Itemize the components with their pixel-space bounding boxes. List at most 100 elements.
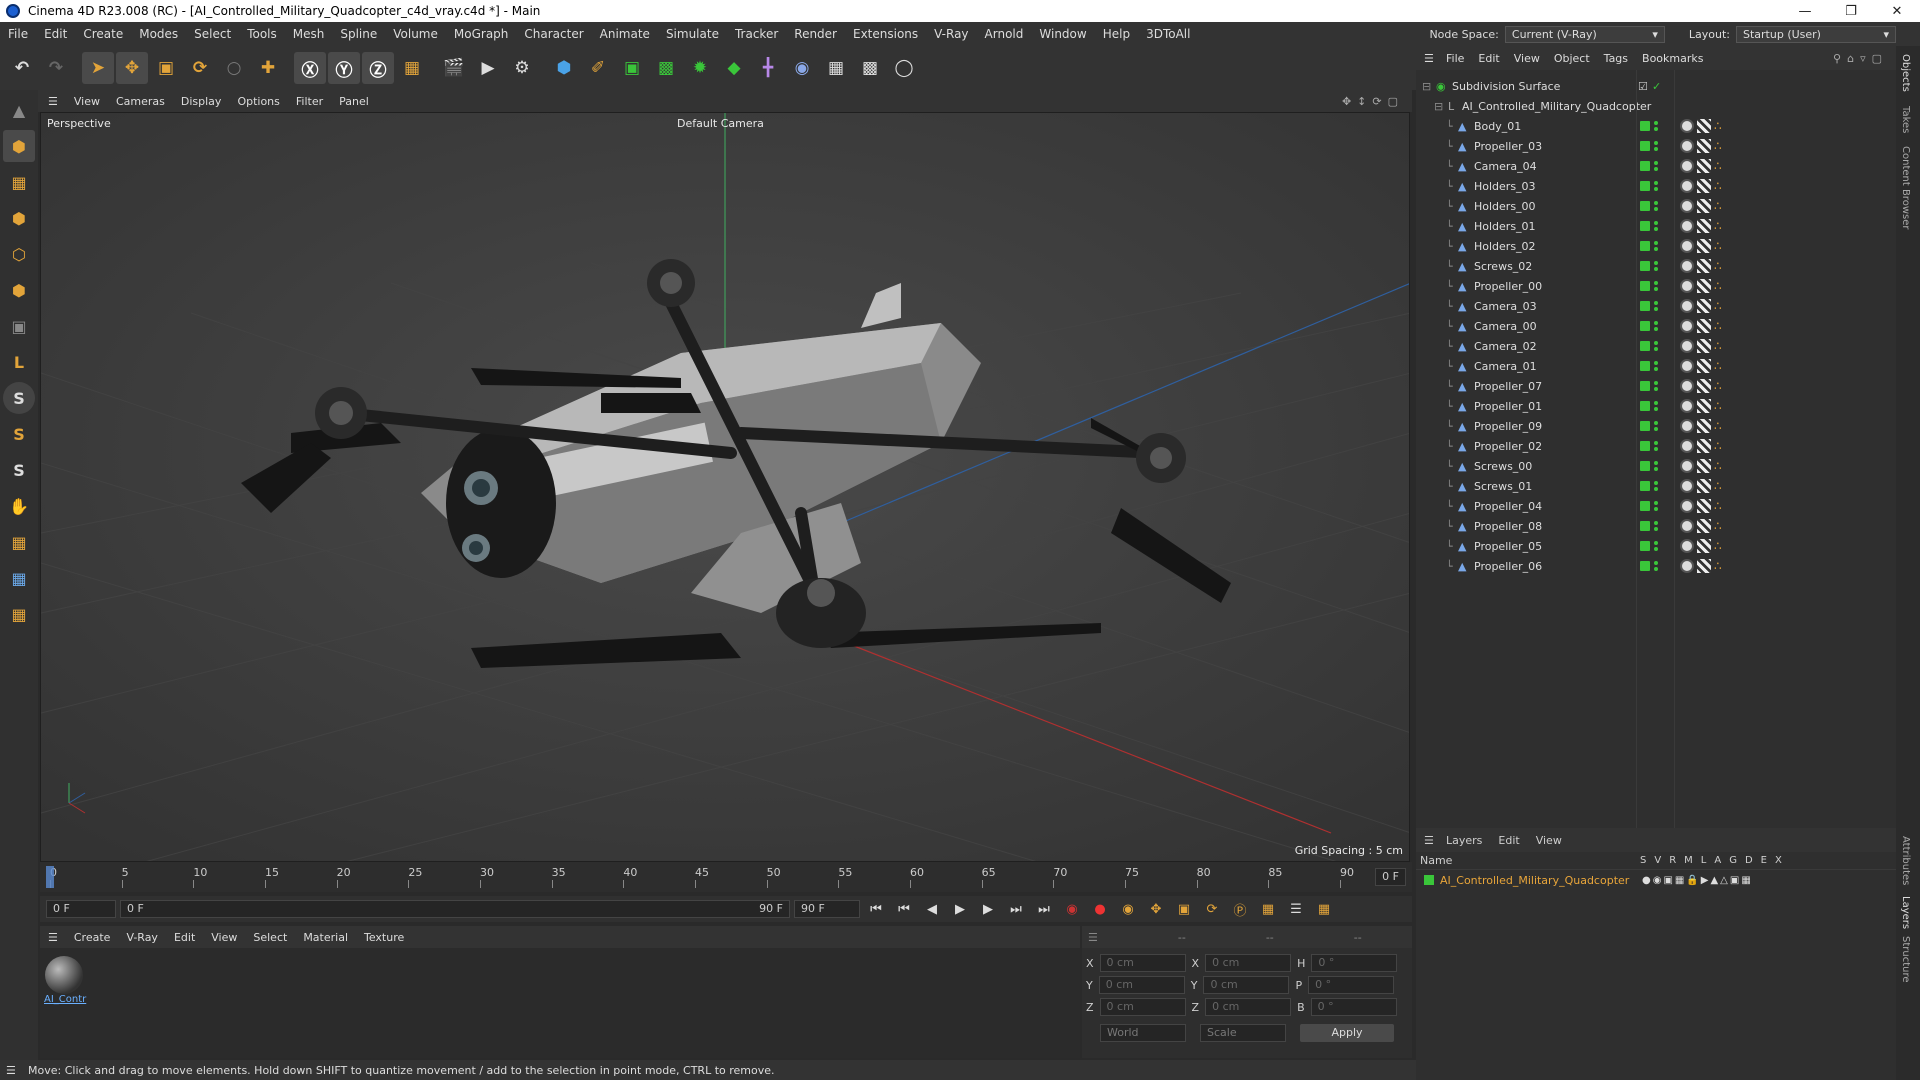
texture-tag-icon[interactable] <box>1697 479 1711 493</box>
expand-icon[interactable]: ⊟ <box>1434 100 1443 113</box>
vray-tag-icon[interactable] <box>1680 559 1694 573</box>
phong-tag-icon[interactable]: ∴ <box>1714 319 1728 333</box>
vray-tag-icon[interactable] <box>1680 299 1694 313</box>
position-x-field[interactable]: 0 cm <box>1099 954 1186 972</box>
texture-tag-icon[interactable] <box>1697 279 1711 293</box>
rotation-p-field[interactable]: 0 ° <box>1308 976 1395 994</box>
texture-tag-icon[interactable] <box>1697 559 1711 573</box>
field-icon[interactable]: ◉ <box>786 52 818 84</box>
texture-tag-icon[interactable] <box>1697 219 1711 233</box>
object-row[interactable]: └ ▲ Camera_03 ∴ <box>1416 296 1896 316</box>
floor-icon[interactable]: ▦ <box>820 52 852 84</box>
visibility-dots-icon[interactable] <box>1654 201 1658 211</box>
deformer-icon[interactable]: ╋ <box>752 52 784 84</box>
close-button[interactable]: ✕ <box>1874 0 1920 22</box>
layer-color-icon[interactable] <box>1640 181 1650 191</box>
layer-name[interactable]: AI_Controlled_Military_Quadcopter <box>1440 874 1629 887</box>
apply-button[interactable]: Apply <box>1300 1024 1394 1042</box>
menu-file[interactable]: File <box>0 27 36 41</box>
vray-tag-icon[interactable] <box>1680 439 1694 453</box>
visibility-dots-icon[interactable] <box>1654 121 1658 131</box>
objects-toolbar-icons[interactable]: ⚲⌂▿▢ <box>1833 52 1888 65</box>
material-menu-edit[interactable]: Edit <box>174 931 195 944</box>
visibility-dots-icon[interactable] <box>1654 281 1658 291</box>
viewport-nav-icons[interactable]: ✥↕⟳▢ <box>1342 95 1404 108</box>
objects-menu-view[interactable]: View <box>1514 52 1540 65</box>
tab-objects[interactable]: Objects <box>1900 54 1911 92</box>
texture-tag-icon[interactable] <box>1697 519 1711 533</box>
material-name[interactable]: AI_Contr <box>44 994 86 1005</box>
camera-label[interactable]: Default Camera <box>677 117 764 130</box>
layers-menu-edit[interactable]: Edit <box>1498 834 1519 847</box>
vray-tag-icon[interactable] <box>1680 279 1694 293</box>
phong-tag-icon[interactable]: ∴ <box>1714 339 1728 353</box>
phong-tag-icon[interactable]: ∴ <box>1714 499 1728 513</box>
object-row[interactable]: └ ▲ Holders_01 ∴ <box>1416 216 1896 236</box>
menu-vray[interactable]: V-Ray <box>926 27 976 41</box>
tab-attributes[interactable]: Attributes <box>1900 836 1911 885</box>
motion-system-icon[interactable]: ☰ <box>1284 899 1308 919</box>
extrude-icon[interactable]: ▩ <box>650 52 682 84</box>
object-row[interactable]: └ ▲ Propeller_04 ∴ <box>1416 496 1896 516</box>
layer-color-icon[interactable] <box>1640 221 1650 231</box>
texture-tag-icon[interactable] <box>1697 539 1711 553</box>
menu-animate[interactable]: Animate <box>592 27 658 41</box>
object-row[interactable]: └ ▲ Body_01 ∴ <box>1416 116 1896 136</box>
phong-tag-icon[interactable]: ∴ <box>1714 179 1728 193</box>
spline-pen-icon[interactable]: ✐ <box>582 52 614 84</box>
hamburger-icon[interactable]: ☰ <box>1424 52 1434 65</box>
points-mode-icon[interactable]: ⬢ <box>3 202 35 234</box>
vray-tag-icon[interactable] <box>1680 199 1694 213</box>
enabled-check-icon[interactable]: ✓ <box>1652 80 1661 93</box>
phong-tag-icon[interactable]: ∴ <box>1714 159 1728 173</box>
vray-tag-icon[interactable] <box>1680 239 1694 253</box>
go-to-start-icon[interactable]: ⏮ <box>864 899 888 919</box>
layer-color-icon[interactable] <box>1640 381 1650 391</box>
viewport-menu-view[interactable]: View <box>74 95 100 108</box>
next-key-icon[interactable]: ⏭ <box>1004 899 1028 919</box>
previous-key-icon[interactable]: ⏮ <box>892 899 916 919</box>
texture-tag-icon[interactable] <box>1697 159 1711 173</box>
layer-color-icon[interactable] <box>1640 441 1650 451</box>
object-row[interactable]: └ ▲ Propeller_09 ∴ <box>1416 416 1896 436</box>
vray-tag-icon[interactable] <box>1680 419 1694 433</box>
edges-mode-icon[interactable]: ⬡ <box>3 238 35 270</box>
phong-tag-icon[interactable]: ∴ <box>1714 359 1728 373</box>
size-x-field[interactable]: 0 cm <box>1205 954 1292 972</box>
menu-create[interactable]: Create <box>75 27 131 41</box>
polygons-mode-icon[interactable]: ⬢ <box>3 274 35 306</box>
layer-color-icon[interactable] <box>1640 241 1650 251</box>
layer-color-icon[interactable] <box>1640 161 1650 171</box>
vray-tag-icon[interactable] <box>1680 319 1694 333</box>
visibility-dots-icon[interactable] <box>1654 381 1658 391</box>
phong-tag-icon[interactable]: ∴ <box>1714 199 1728 213</box>
material-menu-create[interactable]: Create <box>74 931 111 944</box>
visibility-dots-icon[interactable] <box>1654 341 1658 351</box>
menu-simulate[interactable]: Simulate <box>658 27 727 41</box>
object-row[interactable]: └ ▲ Propeller_01 ∴ <box>1416 396 1896 416</box>
menu-window[interactable]: Window <box>1031 27 1094 41</box>
vray-tag-icon[interactable] <box>1680 119 1694 133</box>
tab-content-browser[interactable]: Content Browser <box>1900 146 1911 229</box>
workplane-icon[interactable]: ▦ <box>3 526 35 558</box>
vray-tag-icon[interactable] <box>1680 399 1694 413</box>
menu-spline[interactable]: Spline <box>332 27 385 41</box>
texture-tag-icon[interactable] <box>1697 359 1711 373</box>
key-rotation-icon[interactable]: ⟳ <box>1200 899 1224 919</box>
visibility-dots-icon[interactable] <box>1654 261 1658 271</box>
objects-menu-file[interactable]: File <box>1446 52 1464 65</box>
phong-tag-icon[interactable]: ∴ <box>1714 559 1728 573</box>
layer-color-icon[interactable] <box>1640 281 1650 291</box>
hamburger-icon[interactable]: ☰ <box>1424 834 1434 847</box>
object-row[interactable]: └ ▲ Camera_00 ∴ <box>1416 316 1896 336</box>
y-axis-lock-icon[interactable]: Ⓨ <box>328 52 360 84</box>
object-row[interactable]: └ ▲ Screws_00 ∴ <box>1416 456 1896 476</box>
visibility-dots-icon[interactable] <box>1654 421 1658 431</box>
phong-tag-icon[interactable]: ∴ <box>1714 439 1728 453</box>
menu-mograph[interactable]: MoGraph <box>446 27 517 41</box>
tweak-mode-icon[interactable]: ✋ <box>3 490 35 522</box>
menu-render[interactable]: Render <box>786 27 845 41</box>
next-frame-icon[interactable]: ▶ <box>976 899 1000 919</box>
phong-tag-icon[interactable]: ∴ <box>1714 139 1728 153</box>
phong-tag-icon[interactable]: ∴ <box>1714 379 1728 393</box>
